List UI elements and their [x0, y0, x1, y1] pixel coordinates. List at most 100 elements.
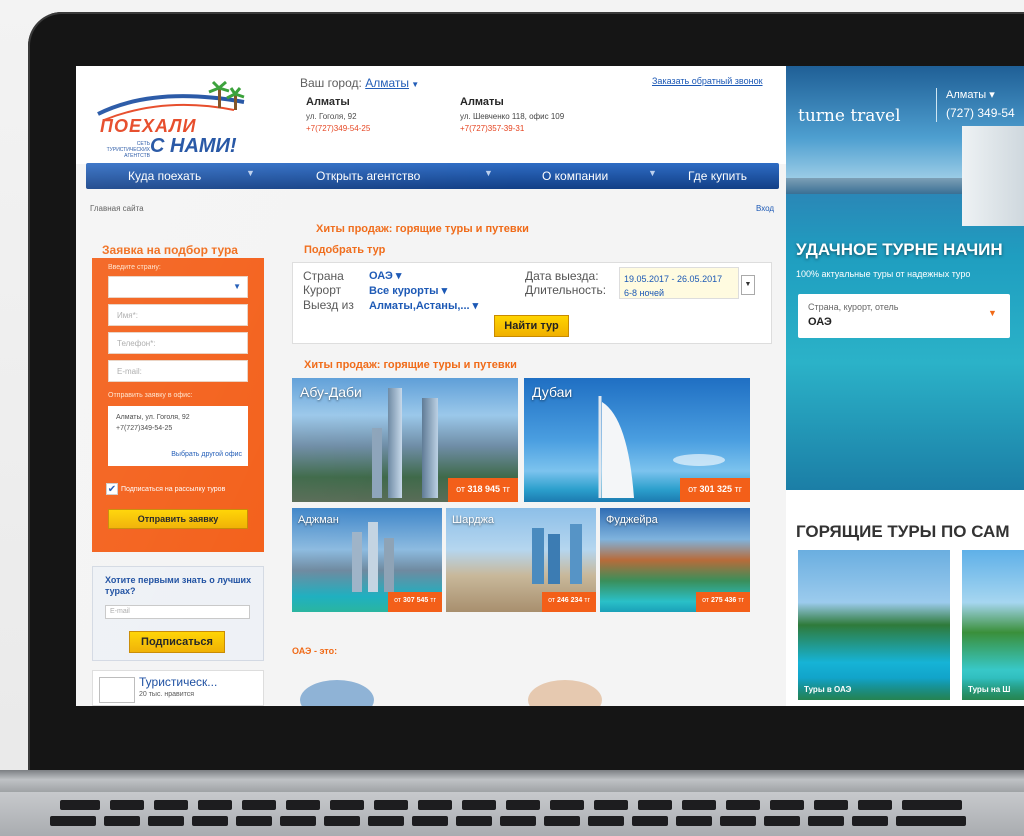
city-value[interactable]: Алматы — [365, 76, 409, 90]
subscribe-button[interactable]: Подписаться — [129, 631, 225, 653]
date-value: 19.05.2017 - 26.05.2017 — [624, 274, 723, 284]
from-field-value[interactable]: Алматы,Астаны,... ▾ — [369, 299, 478, 312]
login-link[interactable]: Вход — [756, 204, 774, 213]
hot-tours-heading: ГОРЯЩИЕ ТУРЫ ПО САМ — [796, 522, 1010, 541]
hot-tour-card-uae[interactable]: Туры в ОАЭ — [798, 550, 950, 700]
date-field-label: Дата выезда: — [525, 269, 599, 283]
hero-banner: turne travel Алматы ▾ (727) 349-54 УДАЧН… — [786, 66, 1024, 490]
hero-subtitle: 100% актуальные туры от надежных туро — [796, 269, 971, 279]
office-label: Отправить заявку в офис: — [108, 392, 193, 399]
breadcrumb[interactable]: Главная сайта — [90, 204, 144, 213]
social-likes: 20 тыс. нравится — [139, 691, 195, 698]
travel-agency-website: ПОЕХАЛИ СЕТЬ ТУРИСТИЧЕСКИХ АГЕНТСТВ С НА… — [76, 66, 786, 706]
tour-price-badge: от 301 325 тг — [680, 478, 750, 502]
resort-field-label: Курорт — [303, 283, 342, 297]
office-2-address: ул. Шевченко 118, офис 109 — [460, 112, 565, 121]
logo-line1: ПОЕХАЛИ — [100, 116, 197, 136]
search-title: Подобрать тур — [304, 244, 386, 256]
callback-link[interactable]: Заказать обратный звонок — [652, 76, 763, 86]
tour-price-badge: от 275 436 тг — [696, 592, 750, 612]
name-input[interactable]: Имя*: — [108, 304, 248, 326]
office-1-phone[interactable]: +7(727)349-54-25 — [306, 123, 456, 135]
chevron-down-icon: ▼ — [484, 168, 493, 178]
tour-name: Аджман — [298, 514, 339, 526]
tour-card-dubai[interactable]: Дубаи от 301 325 тг — [524, 378, 750, 502]
social-title[interactable]: Туристическ... — [139, 675, 217, 689]
nav-item-where-to-buy[interactable]: Где купить — [688, 169, 747, 183]
phone-input[interactable]: Телефон*: — [108, 332, 248, 354]
tour-name: Абу-Даби — [300, 384, 362, 400]
tour-card-abu-dhabi[interactable]: Абу-Даби от 318 945 тг — [292, 378, 518, 502]
second-travel-website: turne travel Алматы ▾ (727) 349-54 УДАЧН… — [786, 66, 1024, 706]
main-nav: Куда поехать ▼ Открыть агентство ▼ О ком… — [86, 163, 779, 189]
hot-tour-label: Туры в ОАЭ — [804, 685, 852, 694]
office-2-phone[interactable]: +7(727)357-39-31 — [460, 123, 580, 135]
tour-price-badge: от 318 945 тг — [448, 478, 518, 502]
office-1-address: ул. Гоголя, 92 — [306, 112, 357, 121]
find-tour-button[interactable]: Найти тур — [494, 315, 569, 337]
selected-office-phone: +7(727)349-54-25 — [116, 425, 173, 432]
send-request-button[interactable]: Отправить заявку — [108, 509, 248, 529]
feature-circle-image — [300, 680, 374, 706]
duration-value: 6-8 ночей — [624, 288, 665, 298]
tour-name: Фуджейра — [606, 514, 658, 526]
tour-name: Шарджа — [452, 514, 494, 526]
social-logo-thumbnail — [99, 677, 135, 703]
resort-field-value[interactable]: Все курорты ▾ — [369, 284, 447, 297]
brand-city-selector[interactable]: Алматы ▾ — [946, 88, 995, 101]
tour-card-fujairah[interactable]: Фуджейра от 275 436 тг — [600, 508, 750, 612]
choose-other-office-link[interactable]: Выбрать другой офис — [171, 449, 242, 460]
checkmark-icon[interactable]: ✔ — [106, 483, 118, 495]
date-duration-input[interactable]: 19.05.2017 - 26.05.2017 6-8 ночей — [619, 267, 739, 299]
hero-title: УДАЧНОЕ ТУРНЕ НАЧИН — [796, 240, 1003, 259]
subscribe-label: Подписаться на рассылку туров — [121, 485, 226, 493]
hero-search-field[interactable]: Страна, курорт, отель ОАЭ ▼ — [798, 294, 1010, 338]
duration-field-label: Длительность: — [525, 283, 607, 297]
chevron-down-icon: ▼ — [988, 308, 997, 318]
hot-tour-label: Туры на Ш — [968, 685, 1011, 694]
hot-tour-card-2[interactable]: Туры на Ш — [962, 550, 1024, 700]
email-input[interactable]: E-mail: — [108, 360, 248, 382]
photo-scene: ПОЕХАЛИ СЕТЬ ТУРИСТИЧЕСКИХ АГЕНТСТВ С НА… — [0, 0, 1024, 836]
tour-name: Дубаи — [532, 384, 573, 400]
subscribe-checkbox-row[interactable]: ✔ Подписаться на рассылку туров — [106, 483, 225, 495]
chevron-down-icon: ▼ — [246, 168, 255, 178]
city-selector[interactable]: Ваш город: Алматы ▼ — [300, 76, 419, 90]
uae-section-heading: ОАЭ - это: — [292, 646, 338, 656]
office-card-1: Алматы ул. Гоголя, 92 +7(727)349-54-25 — [306, 96, 456, 135]
office-1-city: Алматы — [306, 96, 350, 108]
request-form: Введите страну: ▼ Имя*: Телефон*: E-mail… — [92, 258, 264, 552]
site-logo[interactable]: ПОЕХАЛИ СЕТЬ ТУРИСТИЧЕСКИХ АГЕНТСТВ С НА… — [94, 80, 264, 159]
chevron-down-icon[interactable]: ▼ — [741, 275, 755, 295]
social-widget[interactable]: Туристическ... 20 тыс. нравится — [92, 670, 264, 706]
tour-price-badge: от 246 234 тг — [542, 592, 596, 612]
newsletter-email-input[interactable]: E-mail — [105, 605, 250, 619]
country-label: Введите страну: — [108, 264, 161, 271]
office-selector: Алматы, ул. Гоголя, 92 +7(727)349-54-25 … — [108, 406, 248, 466]
site-header: ПОЕХАЛИ СЕТЬ ТУРИСТИЧЕСКИХ АГЕНТСТВ С НА… — [76, 66, 786, 164]
tour-search-panel: Страна ОАЭ ▾ Курорт Все курорты ▾ Выезд … — [292, 262, 772, 344]
nav-item-about[interactable]: О компании — [542, 169, 608, 183]
logo-small-text: СЕТЬ ТУРИСТИЧЕСКИХ АГЕНТСТВ — [106, 141, 150, 159]
newsletter-box: Хотите первыми знать о лучших турах? E-m… — [92, 566, 264, 661]
newsletter-title: Хотите первыми знать о лучших турах? — [105, 575, 252, 596]
country-select[interactable]: ▼ — [108, 276, 248, 298]
chevron-down-icon: ▼ — [409, 80, 420, 89]
selected-office-address: Алматы, ул. Гоголя, 92 — [116, 414, 190, 421]
tour-card-sharjah[interactable]: Шарджа от 246 234 тг — [446, 508, 596, 612]
nav-item-open-agency[interactable]: Открыть агентство — [316, 169, 420, 183]
brand-logo[interactable]: turne travel — [798, 106, 901, 126]
tour-price-badge: от 307 545 тг — [388, 592, 442, 612]
laptop-keyboard-deck — [0, 792, 1024, 836]
tour-card-ajman[interactable]: Аджман от 307 545 тг — [292, 508, 442, 612]
request-form-title: Заявка на подбор тура — [102, 243, 238, 257]
hits-heading: Хиты продаж: горящие туры и путевки — [316, 223, 529, 235]
ship-graphic — [962, 126, 1024, 226]
logo-line2: С НАМИ! — [150, 135, 237, 157]
laptop-hinge — [0, 770, 1024, 794]
nav-item-where-to-go[interactable]: Куда поехать — [128, 169, 201, 183]
country-field-value[interactable]: ОАЭ ▾ — [369, 269, 401, 282]
country-field-label: Страна — [303, 269, 344, 283]
hero-search-value: ОАЭ — [808, 316, 832, 328]
brand-phone[interactable]: (727) 349-54 — [946, 106, 1015, 120]
